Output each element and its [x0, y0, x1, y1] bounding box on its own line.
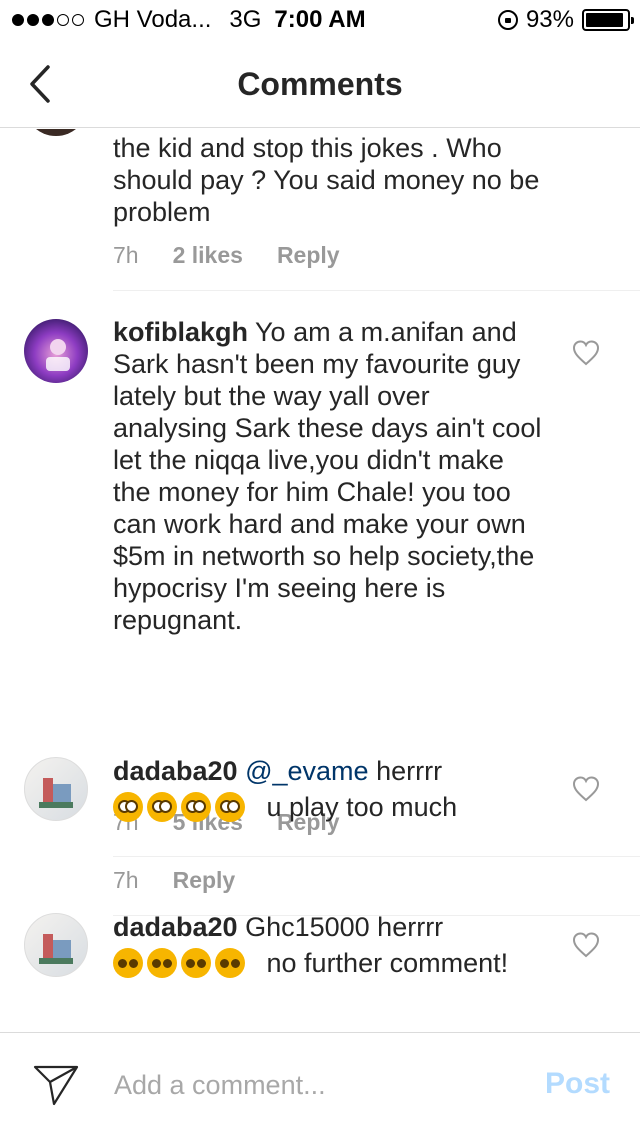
comment-body-line2: no further comment!: [266, 948, 509, 978]
carrier-name: GH Voda...: [94, 6, 212, 33]
battery-percent: 93%: [525, 6, 574, 33]
comment-composer: Post: [0, 1032, 640, 1136]
direct-send-icon[interactable]: [32, 1063, 80, 1107]
sad-emoji: [215, 948, 245, 978]
comment-time: 7h: [113, 242, 139, 268]
heart-icon[interactable]: [572, 931, 600, 959]
user-mention-link[interactable]: @_evame: [245, 756, 368, 786]
comment-body-line2: u play too much: [266, 792, 458, 822]
page-title: Comments: [237, 66, 403, 102]
comments-list[interactable]: the kid and stop this jokes . Who should…: [0, 129, 640, 1032]
heart-icon[interactable]: [572, 775, 600, 803]
comment-text: dadaba20 @_evame herrrr u play too much: [113, 755, 553, 823]
signal-strength-icon: [12, 14, 84, 26]
sad-emoji: [147, 948, 177, 978]
comment-item: dadaba20 Ghc15000 herrrr no further comm…: [0, 883, 640, 1032]
comment-username[interactable]: kofiblakgh: [113, 317, 248, 347]
comment-text: dadaba20 Ghc15000 herrrr no further comm…: [113, 911, 553, 979]
comment-body: Yo am a m.anifan and Sark hasn't been my…: [113, 317, 542, 635]
avatar[interactable]: [24, 319, 88, 383]
comment-text: the kid and stop this jokes . Who should…: [113, 133, 540, 227]
post-button[interactable]: Post: [545, 1067, 610, 1101]
flushed-emoji: [215, 792, 245, 822]
likes-count[interactable]: 2 likes: [173, 242, 243, 269]
comment-item: kofiblakgh Yo am a m.anifan and Sark has…: [0, 291, 640, 857]
sad-emoji: [181, 948, 211, 978]
sad-emoji: [113, 948, 143, 978]
status-bar: GH Voda... 3G 7:00 AM 93%: [0, 0, 640, 40]
avatar[interactable]: [24, 129, 88, 136]
comment-username[interactable]: dadaba20: [113, 756, 238, 786]
avatar[interactable]: [24, 913, 88, 977]
comment-text: kofiblakgh Yo am a m.anifan and Sark has…: [113, 316, 543, 636]
avatar[interactable]: [24, 757, 88, 821]
comment-body: Ghc15000 herrrr: [245, 912, 444, 942]
nav-header: Comments: [0, 40, 640, 128]
comment-item: dadaba20 @_evame herrrr u play too much …: [0, 727, 640, 916]
comment-username[interactable]: dadaba20: [113, 912, 238, 942]
network-type: 3G: [229, 6, 262, 33]
flushed-emoji: [181, 792, 211, 822]
comment-input[interactable]: [114, 1065, 514, 1105]
flushed-emoji: [113, 792, 143, 822]
rotation-lock-icon: [497, 10, 518, 30]
flushed-emoji: [147, 792, 177, 822]
reply-button[interactable]: Reply: [277, 242, 340, 269]
battery-icon: [582, 9, 634, 31]
heart-icon[interactable]: [572, 339, 600, 367]
comment-body: herrrr: [376, 756, 443, 786]
